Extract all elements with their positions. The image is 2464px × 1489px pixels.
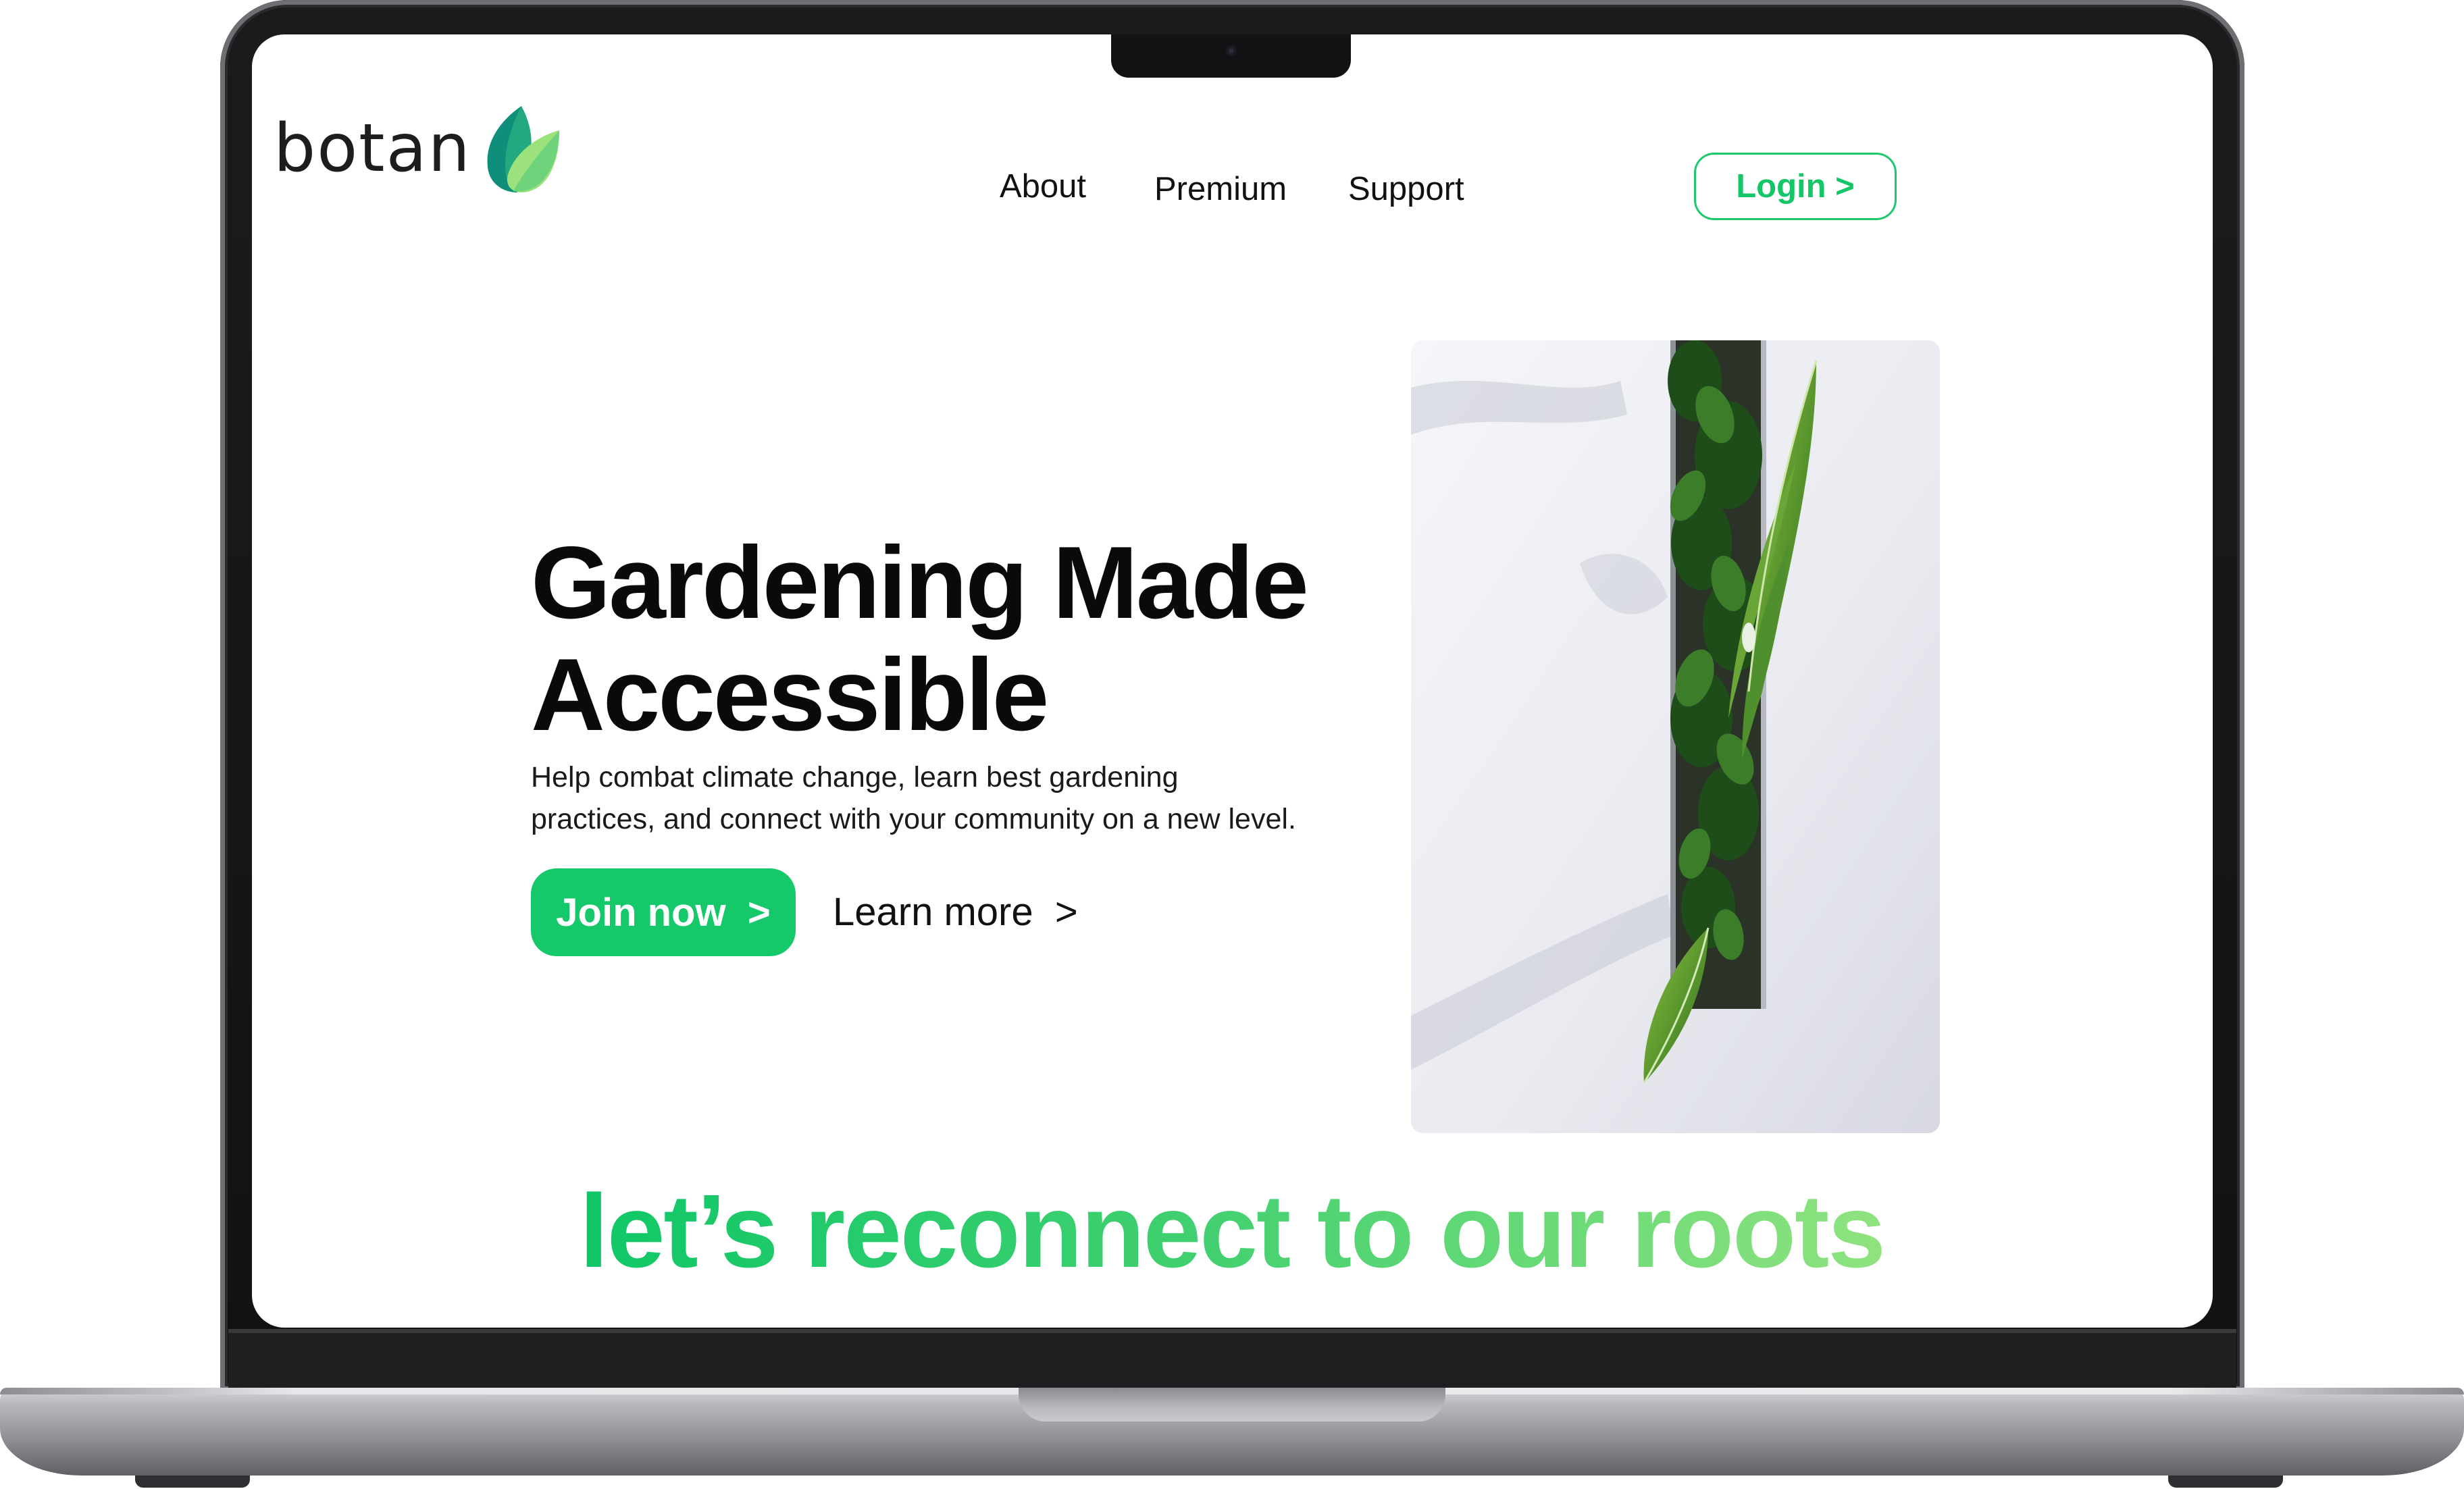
learn-more-link[interactable]: Learn more >	[833, 889, 1078, 936]
camera-notch	[1111, 34, 1351, 78]
laptop-foot-left	[135, 1475, 250, 1488]
laptop-opening-notch	[1019, 1388, 1445, 1421]
hero-description-line-2: practices, and connect with your communi…	[531, 803, 1296, 835]
plant-illustration	[1411, 340, 1940, 1133]
leaf-icon	[487, 106, 559, 192]
brand-name: botan	[274, 110, 471, 187]
plant-photo	[1411, 340, 1940, 1133]
hero-title: Gardening Made Accessible	[531, 525, 1309, 752]
join-now-button[interactable]: Join now >	[531, 868, 796, 956]
login-button[interactable]: Login >	[1694, 153, 1897, 220]
laptop-screen-bezel	[228, 1329, 2236, 1388]
hero-title-line-1: Gardening Made	[531, 525, 1309, 640]
hero-title-line-2: Accessible	[531, 637, 1049, 752]
nav-link-support[interactable]: Support	[1348, 169, 1464, 209]
tagline-text: let’s reconnect to our roots	[579, 1173, 1886, 1289]
brand-logo[interactable]: botan	[274, 98, 563, 199]
laptop-foot-right	[2168, 1475, 2283, 1488]
tagline: let’s reconnect to our roots	[0, 1174, 2464, 1288]
nav-link-premium[interactable]: Premium	[1154, 169, 1287, 209]
nav-link-about[interactable]: About	[1000, 166, 1086, 207]
camera-icon	[1226, 45, 1237, 56]
hero-description-line-1: Help combat climate change, learn best g…	[531, 761, 1179, 793]
hero-description: Help combat climate change, learn best g…	[531, 756, 1341, 840]
